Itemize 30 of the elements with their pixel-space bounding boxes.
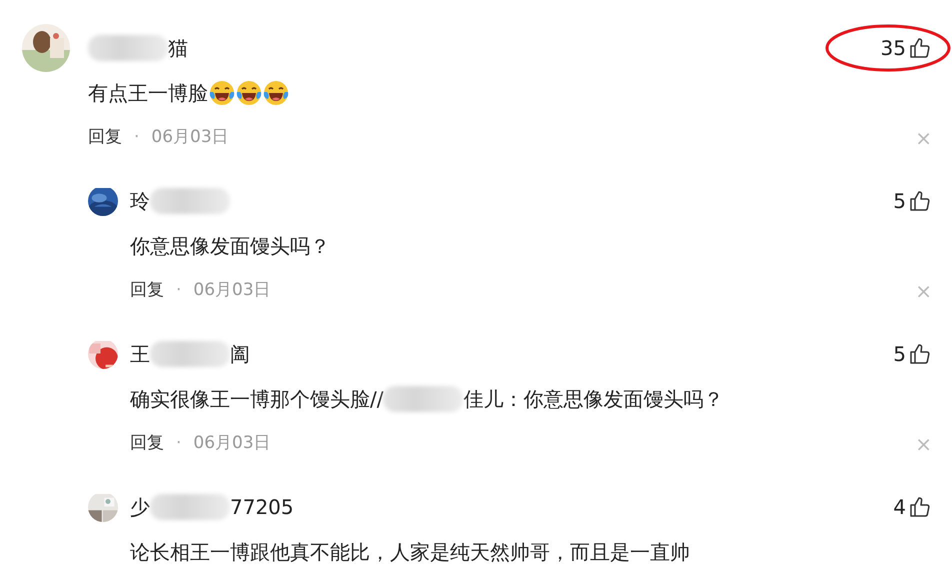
laughing-crying-emoji-icon — [263, 80, 289, 106]
comment-date: 06月03日 — [193, 279, 271, 302]
like-button[interactable]: 5 — [893, 186, 932, 216]
username: 77205 — [230, 494, 294, 521]
reply-link[interactable]: 回复 — [130, 278, 164, 304]
separator-dot: · — [176, 432, 182, 456]
username: 玲 — [130, 188, 150, 215]
comment-text: 确实很像王一博那个馒头脸// — [130, 386, 384, 413]
like-button[interactable]: 4 — [893, 492, 932, 522]
like-button[interactable]: 5 — [893, 339, 932, 369]
comment-date: 06月03日 — [193, 432, 271, 456]
comment-date: 06月03日 — [151, 126, 229, 150]
separator-dot: · — [134, 126, 140, 150]
comment-text: 佳儿：你意思像发面馒头吗？ — [463, 386, 724, 413]
username: 少 — [130, 494, 150, 521]
reply-link[interactable]: 回复 — [130, 431, 164, 457]
comment-text: 论长相王一博跟他真不能比，人家是纯天然帅哥，而且是一直帅 — [130, 539, 690, 566]
comment-text: 有点王一博脸 — [88, 80, 208, 107]
thumbs-up-icon — [908, 36, 932, 60]
comment-text: 你意思像发面馒头吗？ — [130, 233, 330, 260]
thumbs-up-icon — [908, 189, 932, 213]
thumbs-up-icon — [908, 342, 932, 366]
separator-dot: · — [176, 279, 182, 302]
thumbs-up-icon — [908, 495, 932, 519]
username: 猫 — [168, 35, 188, 62]
username: 王 — [130, 341, 150, 368]
username: 阖 — [230, 341, 250, 368]
laughing-crying-emoji-icon — [209, 80, 235, 106]
reply-link[interactable]: 回复 — [88, 125, 122, 151]
laughing-crying-emoji-icon — [236, 80, 262, 106]
